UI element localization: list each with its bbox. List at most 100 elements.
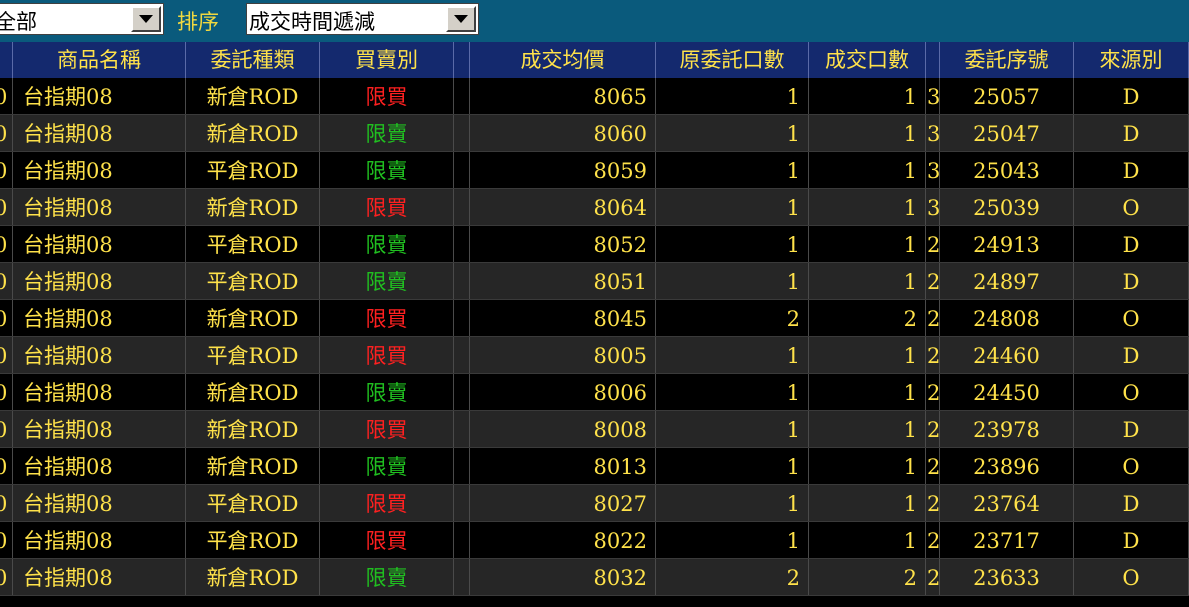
cell-orig-qty: 1 (656, 374, 809, 410)
sort-label: 排序 (177, 10, 219, 34)
cell-time-partial: 3 (926, 115, 940, 151)
cell-time-partial: 2 (926, 226, 940, 262)
cell-order-type: 平倉ROD (186, 522, 320, 558)
cell-time-partial: 3 (926, 152, 940, 188)
cell-order-type: 新倉ROD (186, 411, 320, 447)
cell-lead: 0 (0, 374, 13, 410)
table-row[interactable]: 0台指期08新倉ROD限賣803222223633O (0, 559, 1189, 596)
cell-lead: 0 (0, 522, 13, 558)
filter-dropdown-button[interactable] (131, 6, 161, 32)
cell-time-partial: 2 (926, 374, 940, 410)
table-row[interactable]: 0台指期08新倉ROD限買804522224808O (0, 300, 1189, 337)
column-header-gap[interactable] (454, 42, 470, 78)
cell-source: D (1074, 263, 1189, 299)
cell-avg-price: 8051 (470, 263, 656, 299)
cell-product: 台指期08 (13, 226, 186, 262)
cell-filled-qty: 1 (809, 522, 926, 558)
cell-order-no: 25043 (940, 152, 1074, 188)
cell-avg-price: 8059 (470, 152, 656, 188)
cell-orig-qty: 1 (656, 263, 809, 299)
column-header-filled-qty[interactable]: 成交口數 (809, 42, 926, 78)
cell-source: O (1074, 374, 1189, 410)
table-row[interactable]: 0台指期08新倉ROD限買800811223978D (0, 411, 1189, 448)
cell-side: 限買 (320, 189, 454, 225)
cell-orig-qty: 1 (656, 411, 809, 447)
chevron-down-icon (139, 15, 153, 23)
table-row[interactable]: 0台指期08新倉ROD限賣800611224450O (0, 374, 1189, 411)
cell-time-partial: 3 (926, 78, 940, 114)
cell-avg-price: 8052 (470, 226, 656, 262)
cell-source: D (1074, 115, 1189, 151)
table-row[interactable]: 0台指期08平倉ROD限賣805911325043D (0, 152, 1189, 189)
cell-time-partial: 2 (926, 448, 940, 484)
cell-time-partial: 2 (926, 300, 940, 336)
cell-order-no: 23764 (940, 485, 1074, 521)
cell-source: D (1074, 152, 1189, 188)
column-header-order-no[interactable]: 委託序號 (940, 42, 1074, 78)
column-header-order-type[interactable]: 委託種類 (186, 42, 320, 78)
cell-order-type: 新倉ROD (186, 78, 320, 114)
column-header-product[interactable]: 商品名稱 (13, 42, 186, 78)
column-header-time-partial[interactable] (926, 42, 940, 78)
cell-orig-qty: 1 (656, 485, 809, 521)
chevron-down-icon (454, 15, 468, 23)
cell-source: O (1074, 189, 1189, 225)
cell-source: O (1074, 448, 1189, 484)
column-header-avg-price[interactable]: 成交均價 (470, 42, 656, 78)
cell-order-no: 25047 (940, 115, 1074, 151)
table-row[interactable]: 0台指期08平倉ROD限買800511224460D (0, 337, 1189, 374)
cell-filled-qty: 1 (809, 411, 926, 447)
table-row[interactable]: 0台指期08新倉ROD限賣806011325047D (0, 115, 1189, 152)
cell-product: 台指期08 (13, 78, 186, 114)
cell-gap (454, 559, 470, 595)
table-row[interactable]: 0台指期08新倉ROD限買806411325039O (0, 189, 1189, 226)
column-header-lead[interactable] (0, 42, 13, 78)
cell-gap (454, 189, 470, 225)
cell-source: O (1074, 300, 1189, 336)
sort-dropdown[interactable]: 成交時間遞減 (246, 3, 479, 35)
filter-dropdown[interactable]: 全部 (0, 3, 164, 35)
cell-orig-qty: 2 (656, 300, 809, 336)
cell-time-partial: 2 (926, 522, 940, 558)
column-header-source[interactable]: 來源別 (1074, 42, 1189, 78)
cell-filled-qty: 1 (809, 448, 926, 484)
cell-lead: 0 (0, 485, 13, 521)
table-row[interactable]: 0台指期08平倉ROD限買802211223717D (0, 522, 1189, 559)
table-header: 商品名稱 委託種類 買賣別 成交均價 原委託口數 成交口數 委託序號 來源別 (0, 42, 1189, 78)
sort-dropdown-button[interactable] (446, 6, 476, 32)
cell-order-type: 新倉ROD (186, 559, 320, 595)
column-header-orig-qty[interactable]: 原委託口數 (656, 42, 809, 78)
cell-side: 限買 (320, 300, 454, 336)
cell-lead: 0 (0, 411, 13, 447)
cell-source: D (1074, 78, 1189, 114)
cell-filled-qty: 1 (809, 152, 926, 188)
cell-time-partial: 2 (926, 337, 940, 373)
cell-source: D (1074, 337, 1189, 373)
cell-side: 限賣 (320, 263, 454, 299)
sort-dropdown-value: 成交時間遞減 (249, 10, 375, 34)
cell-order-no: 24897 (940, 263, 1074, 299)
table-row[interactable]: 0台指期08平倉ROD限賣805111224897D (0, 263, 1189, 300)
cell-side: 限賣 (320, 226, 454, 262)
cell-lead: 0 (0, 115, 13, 151)
cell-avg-price: 8005 (470, 337, 656, 373)
table-row[interactable]: 0台指期08平倉ROD限買802711223764D (0, 485, 1189, 522)
cell-filled-qty: 2 (809, 559, 926, 595)
cell-gap (454, 300, 470, 336)
cell-orig-qty: 1 (656, 226, 809, 262)
cell-product: 台指期08 (13, 263, 186, 299)
cell-avg-price: 8022 (470, 522, 656, 558)
cell-lead: 0 (0, 559, 13, 595)
cell-avg-price: 8060 (470, 115, 656, 151)
cell-gap (454, 115, 470, 151)
cell-product: 台指期08 (13, 337, 186, 373)
table-row[interactable]: 0台指期08平倉ROD限賣805211224913D (0, 226, 1189, 263)
orders-table: 0台指期08新倉ROD限買806511325057D0台指期08新倉ROD限賣8… (0, 78, 1189, 596)
cell-source: D (1074, 226, 1189, 262)
cell-gap (454, 337, 470, 373)
table-row[interactable]: 0台指期08新倉ROD限買806511325057D (0, 78, 1189, 115)
cell-filled-qty: 1 (809, 78, 926, 114)
column-header-side[interactable]: 買賣別 (320, 42, 454, 78)
cell-source: O (1074, 559, 1189, 595)
table-row[interactable]: 0台指期08新倉ROD限賣801311223896O (0, 448, 1189, 485)
